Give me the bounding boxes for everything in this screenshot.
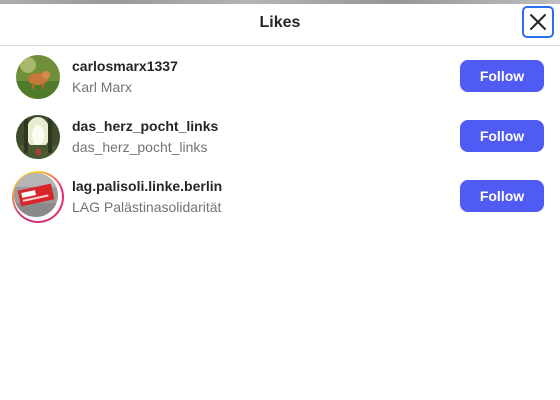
avatar[interactable] — [14, 173, 58, 217]
list-item: carlosmarx1337 Karl Marx Follow — [0, 46, 560, 106]
avatar[interactable] — [16, 55, 60, 99]
avatar-image-icon — [16, 55, 60, 99]
username[interactable]: das_herz_pocht_links — [72, 118, 218, 134]
list-item: das_herz_pocht_links das_herz_pocht_link… — [0, 106, 560, 166]
avatar-image-icon — [16, 115, 60, 159]
close-icon — [530, 14, 546, 30]
username[interactable]: lag.palisoli.linke.berlin — [72, 178, 222, 194]
avatar-image-icon — [14, 173, 58, 217]
follow-button[interactable]: Follow — [460, 180, 544, 212]
follow-button[interactable]: Follow — [460, 120, 544, 152]
full-name: Karl Marx — [72, 79, 132, 95]
full-name: LAG Palästinasolidarität — [72, 199, 222, 215]
avatar[interactable] — [16, 115, 60, 159]
username[interactable]: carlosmarx1337 — [72, 58, 178, 74]
likes-list: carlosmarx1337 Karl Marx Follow das_herz… — [0, 46, 560, 226]
likes-dialog: Likes carlosmarx1337 Karl Marx Follow da… — [0, 0, 560, 400]
list-item: lag.palisoli.linke.berlin LAG Palästinas… — [0, 166, 560, 226]
story-ring[interactable] — [12, 171, 64, 223]
dialog-title: Likes — [259, 14, 301, 31]
full-name: das_herz_pocht_links — [72, 139, 208, 155]
dialog-header: Likes — [0, 0, 560, 46]
follow-button[interactable]: Follow — [460, 60, 544, 92]
close-button[interactable] — [522, 6, 554, 38]
